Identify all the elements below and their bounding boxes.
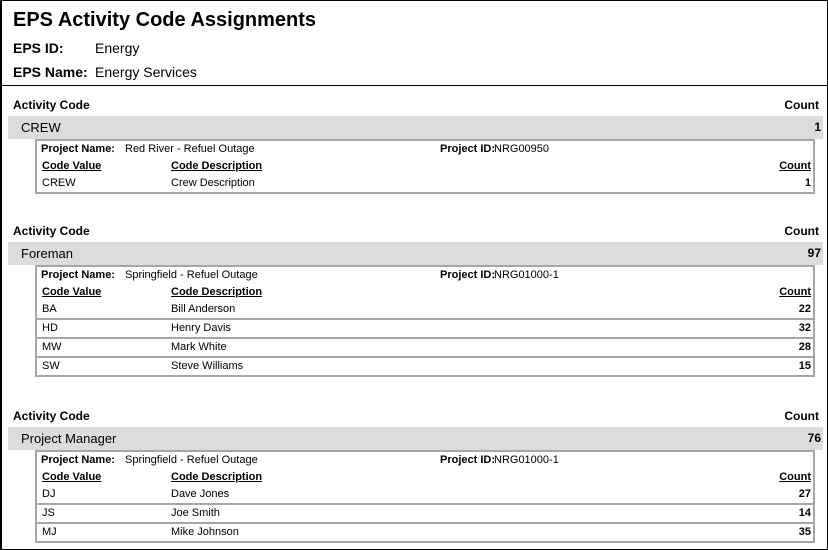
column-header-row: Code Value Code Description Count: [37, 284, 813, 301]
project-name-label: Project Name:: [41, 454, 115, 466]
code-description: Mike Johnson: [171, 526, 239, 538]
code-description: Bill Anderson: [171, 303, 236, 315]
table-row: BA Bill Anderson 22: [37, 301, 813, 318]
table-row: DJ Dave Jones 27: [37, 486, 813, 503]
code-value-header: Code Value: [42, 471, 102, 483]
code-description: Crew Description: [171, 177, 255, 189]
table-row: SW Steve Williams 15: [37, 356, 813, 375]
table-row: HD Henry Davis 32: [37, 318, 813, 337]
code-value: HD: [42, 322, 58, 334]
count-header: Count: [779, 286, 811, 298]
count-header: Count: [779, 160, 811, 172]
code-count: 28: [798, 341, 811, 353]
group-header: Activity Code Count: [2, 222, 827, 242]
code-value-header: Code Value: [42, 286, 102, 298]
code-count: 14: [798, 507, 811, 519]
eps-name-row: EPS Name: Energy Services: [13, 63, 197, 81]
project-info-row: Project Name: Springfield - Refuel Outag…: [37, 267, 813, 284]
code-value: SW: [42, 360, 60, 372]
code-value: MW: [42, 341, 62, 353]
code-description: Dave Jones: [171, 488, 230, 500]
eps-id-value: Energy: [95, 40, 140, 56]
eps-id-label: EPS ID:: [13, 40, 64, 56]
group-header: Activity Code Count: [2, 407, 827, 427]
code-count: 32: [798, 322, 811, 334]
project-name-label: Project Name:: [41, 143, 115, 155]
count-heading: Count: [784, 224, 819, 238]
code-value: MJ: [42, 526, 57, 538]
code-description-header: Code Description: [171, 471, 263, 483]
code-value: BA: [42, 303, 57, 315]
activity-code-heading: Activity Code: [13, 98, 90, 112]
activity-code-band: Foreman 97: [8, 242, 823, 265]
activity-code-name: Foreman: [21, 246, 74, 261]
project-id-label: Project ID:: [440, 143, 496, 155]
eps-name-value: Energy Services: [95, 64, 197, 80]
activity-code-total: 76: [807, 431, 821, 445]
project-id-label: Project ID:: [440, 454, 496, 466]
code-value-header: Code Value: [42, 160, 102, 172]
code-description: Joe Smith: [171, 507, 220, 519]
project-name-value: Red River - Refuel Outage: [125, 143, 255, 155]
code-value: DJ: [42, 488, 56, 500]
eps-id-row: EPS ID: Energy: [13, 39, 139, 57]
code-count: 35: [798, 526, 811, 538]
column-header-row: Code Value Code Description Count: [37, 158, 813, 175]
code-value: JS: [42, 507, 55, 519]
project-name-value: Springfield - Refuel Outage: [125, 269, 258, 281]
report-page: EPS Activity Code Assignments EPS ID: Ene…: [0, 0, 828, 550]
code-count: 15: [798, 360, 811, 372]
code-description: Steve Williams: [171, 360, 244, 372]
table-row: MW Mark White 28: [37, 337, 813, 356]
activity-code-total: 1: [814, 120, 821, 134]
activity-code-band: Project Manager 76: [8, 427, 823, 450]
eps-name-label: EPS Name:: [13, 64, 88, 80]
table-row: CREW Crew Description 1: [37, 175, 813, 192]
activity-code-name: Project Manager: [21, 431, 117, 446]
code-count: 27: [798, 488, 811, 500]
report-title: EPS Activity Code Assignments: [13, 9, 317, 31]
activity-code-group: Activity Code Count CREW 1 Project Name:…: [2, 96, 827, 194]
table-row: JS Joe Smith 14: [37, 503, 813, 522]
project-name-value: Springfield - Refuel Outage: [125, 454, 258, 466]
code-description: Mark White: [171, 341, 227, 353]
count-header: Count: [779, 471, 811, 483]
activity-code-group: Activity Code Count Foreman 97 Project N…: [2, 222, 827, 377]
group-header: Activity Code Count: [2, 96, 827, 116]
count-heading: Count: [784, 409, 819, 423]
code-count: 22: [798, 303, 811, 315]
project-id-value: NRG01000-1: [494, 269, 559, 281]
column-header-row: Code Value Code Description Count: [37, 469, 813, 486]
code-description-header: Code Description: [171, 160, 263, 172]
code-description-header: Code Description: [171, 286, 263, 298]
project-info-row: Project Name: Springfield - Refuel Outag…: [37, 452, 813, 469]
code-value: CREW: [42, 177, 76, 189]
project-id-value: NRG00950: [494, 143, 550, 155]
count-heading: Count: [784, 98, 819, 112]
project-detail-box: Project Name: Red River - Refuel Outage …: [35, 139, 815, 194]
project-id-label: Project ID:: [440, 269, 496, 281]
activity-code-band: CREW 1: [8, 116, 823, 139]
activity-code-name: CREW: [21, 120, 61, 135]
activity-code-heading: Activity Code: [13, 224, 90, 238]
project-info-row: Project Name: Red River - Refuel Outage …: [37, 141, 813, 158]
code-count: 1: [804, 177, 811, 189]
project-id-value: NRG01000-1: [494, 454, 559, 466]
project-detail-box: Project Name: Springfield - Refuel Outag…: [35, 450, 815, 543]
header-divider: [2, 85, 827, 86]
activity-code-group: Activity Code Count Project Manager 76 P…: [2, 407, 827, 543]
project-name-label: Project Name:: [41, 269, 115, 281]
code-description: Henry Davis: [171, 322, 231, 334]
table-row: MJ Mike Johnson 35: [37, 522, 813, 541]
project-detail-box: Project Name: Springfield - Refuel Outag…: [35, 265, 815, 377]
activity-code-total: 97: [807, 246, 821, 260]
activity-code-heading: Activity Code: [13, 409, 90, 423]
